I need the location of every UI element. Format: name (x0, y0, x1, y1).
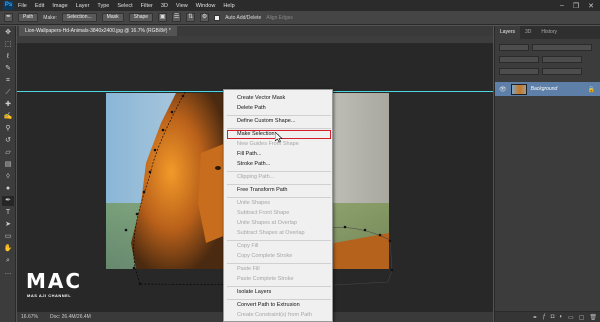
menu-item-copy-complete-stroke: Copy Complete Stroke (237, 253, 293, 259)
mouse-cursor-icon (275, 132, 283, 143)
new-layer-icon[interactable]: ▢ (579, 314, 585, 321)
menu-item-copy-fill: Copy Fill (237, 243, 259, 249)
anchor-point[interactable] (148, 170, 152, 174)
menu-item-subtract-shapes-at-overlap: Subtract Shapes at Overlap (237, 230, 305, 236)
anchor-point[interactable] (388, 239, 392, 243)
anchor-point[interactable] (153, 148, 157, 152)
menu-separator (227, 286, 331, 287)
menu-item-convert-path-to-extrusion[interactable]: Convert Path to Extrusion (237, 302, 300, 308)
new-group-icon[interactable]: ▭ (568, 314, 574, 321)
anchor-point[interactable] (132, 266, 136, 270)
link-layers-icon[interactable]: ⚭ (532, 314, 537, 321)
layer-filter-row (499, 42, 597, 52)
anchor-point[interactable] (378, 233, 382, 237)
layers-panel: Layers 3D History 👁 Background 🔒 ⚭ ƒ ◘ ◐… (494, 26, 600, 322)
doc-size-info[interactable]: Doc: 26.4M/26.4M (50, 314, 91, 320)
layers-panel-footer: ⚭ ƒ ◘ ◐ ▭ ▢ 🗑 (495, 311, 600, 322)
anchor-point[interactable] (363, 228, 367, 232)
menu-item-unite-shapes: Unite Shapes (237, 200, 271, 206)
panel-tabs: Layers 3D History (495, 26, 600, 39)
tab-layers[interactable]: Layers (495, 26, 521, 39)
layer-kind-filter[interactable] (499, 43, 529, 51)
menu-item-delete-path[interactable]: Delete Path (237, 105, 266, 111)
menu-item-isolate-layers[interactable]: Isolate Layers (237, 289, 271, 295)
logo-sub-text: MAS AJI CHANNEL (27, 293, 72, 298)
menu-separator (227, 115, 331, 116)
eye-icon[interactable]: 👁 (499, 86, 507, 93)
lock-icons[interactable] (499, 67, 539, 75)
logo-main-text: MAC (26, 269, 83, 293)
layer-thumbnail (510, 83, 527, 95)
menu-item-new-guides-from-shape: New Guides From Shape (237, 141, 299, 147)
opacity-field[interactable] (542, 55, 582, 63)
anchor-point[interactable] (138, 282, 142, 286)
anchor-point[interactable] (390, 268, 394, 272)
anchor-point[interactable] (170, 110, 174, 114)
anchor-point[interactable] (181, 94, 185, 98)
menu-item-clipping-path: Clipping Path... (237, 174, 275, 180)
menu-separator (227, 263, 331, 264)
trash-icon[interactable]: 🗑 (589, 314, 597, 321)
anchor-point[interactable] (161, 128, 165, 132)
layer-name[interactable]: Background (531, 86, 558, 92)
menu-item-unite-shapes-at-overlap: Unite Shapes at Overlap (237, 220, 297, 226)
anchor-point[interactable] (135, 212, 139, 216)
adjustment-layer-icon[interactable]: ◐ (559, 314, 563, 320)
menu-item-stroke-path[interactable]: Stroke Path... (237, 161, 270, 167)
lock-icon: 🔒 (587, 86, 595, 93)
add-mask-icon[interactable]: ◘ (551, 314, 555, 320)
menu-item-create-constraints-from-path: Create Constraint(s) from Path (237, 312, 312, 318)
fill-field[interactable] (542, 67, 582, 75)
menu-item-subtract-front-shape: Subtract Front Shape (237, 210, 290, 216)
menu-item-paste-complete-stroke: Paste Complete Stroke (237, 276, 294, 282)
menu-separator (227, 184, 331, 185)
fx-icon[interactable]: ƒ (542, 314, 545, 320)
mac-channel-logo: MAC MAS AJI CHANNEL (26, 270, 92, 300)
zoom-level[interactable]: 16.67% (21, 314, 38, 320)
blend-mode-select[interactable] (499, 55, 539, 63)
anchor-point[interactable] (142, 190, 146, 194)
menu-separator (227, 240, 331, 241)
tab-3d[interactable]: 3D (520, 26, 536, 39)
layer-row-background[interactable]: 👁 Background 🔒 (495, 82, 600, 96)
menu-item-create-vector-mask[interactable]: Create Vector Mask (237, 95, 285, 101)
menu-separator (227, 197, 331, 198)
menu-separator (227, 299, 331, 300)
menu-separator (227, 128, 331, 129)
blend-mode-row (499, 54, 597, 64)
menu-item-define-custom-shape[interactable]: Define Custom Shape... (237, 118, 295, 124)
menu-item-fill-path[interactable]: Fill Path... (237, 151, 261, 157)
lock-row (499, 66, 597, 76)
menu-separator (227, 171, 331, 172)
menu-item-paste-fill: Paste Fill (237, 266, 260, 272)
anchor-point[interactable] (343, 225, 347, 229)
tab-history[interactable]: History (536, 26, 562, 39)
anchor-point[interactable] (124, 228, 128, 232)
menu-item-free-transform-path[interactable]: Free Transform Path (237, 187, 287, 193)
layer-filter-icons[interactable] (532, 43, 592, 51)
path-context-menu: Create Vector Mask Delete Path Define Cu… (223, 89, 333, 322)
